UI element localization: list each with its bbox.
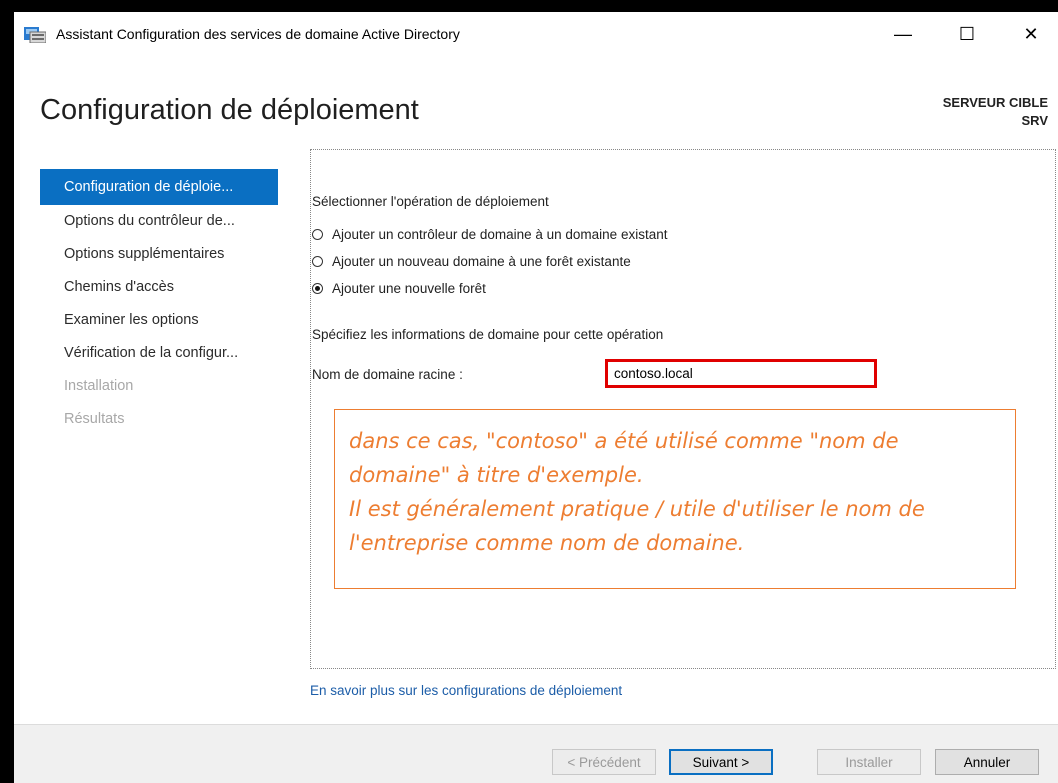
title-bar: Assistant Configuration des services de … bbox=[14, 12, 1058, 56]
nav-item-resultats: Résultats bbox=[64, 411, 125, 427]
learn-more-link[interactable]: En savoir plus sur les configurations de… bbox=[310, 683, 622, 698]
wizard-nav: Configuration de déploie... Options du c… bbox=[40, 169, 278, 436]
radio-add-domain-existing-forest[interactable]: Ajouter un nouveau domaine à une forêt e… bbox=[312, 254, 631, 269]
page-title: Configuration de déploiement bbox=[40, 94, 419, 126]
note-line: domaine" à titre d'exemple. bbox=[349, 463, 644, 487]
minimize-icon: — bbox=[894, 23, 912, 44]
target-server-label: SERVEUR CIBLE bbox=[942, 95, 1048, 110]
note-line: dans ce cas, "contoso" a été utilisé com… bbox=[349, 429, 899, 453]
window-title: Assistant Configuration des services de … bbox=[56, 26, 460, 42]
domain-info-label: Spécifiez les informations de domaine po… bbox=[312, 327, 664, 342]
root-domain-input[interactable] bbox=[605, 359, 877, 388]
nav-item-installation: Installation bbox=[64, 378, 134, 394]
root-domain-label: Nom de domaine racine : bbox=[312, 367, 463, 382]
maximize-icon: ☐ bbox=[958, 23, 976, 44]
radio-add-new-forest[interactable]: Ajouter une nouvelle forêt bbox=[312, 281, 486, 296]
cancel-button[interactable]: Annuler bbox=[935, 749, 1039, 775]
operation-label: Sélectionner l'opération de déploiement bbox=[312, 194, 549, 209]
target-server-name: SRV bbox=[1021, 113, 1049, 128]
previous-button[interactable]: < Précédent bbox=[552, 749, 656, 775]
nav-item-configuration-deploiement[interactable]: Configuration de déploie... bbox=[40, 169, 278, 205]
radio-button[interactable] bbox=[312, 229, 323, 240]
wizard-window: Assistant Configuration des services de … bbox=[14, 12, 1058, 783]
close-button[interactable]: ✕ bbox=[1008, 12, 1054, 56]
radio-add-dc-existing-domain[interactable]: Ajouter un contrôleur de domaine à un do… bbox=[312, 227, 667, 242]
note-line: l'entreprise comme nom de domaine. bbox=[349, 531, 745, 555]
nav-item-options-supplementaires[interactable]: Options supplémentaires bbox=[40, 238, 278, 271]
nav-item-chemins-acces[interactable]: Chemins d'accès bbox=[40, 271, 278, 304]
radio-label: Ajouter un contrôleur de domaine à un do… bbox=[332, 227, 668, 242]
nav-item-options-controleur[interactable]: Options du contrôleur de... bbox=[40, 205, 278, 238]
install-button[interactable]: Installer bbox=[817, 749, 921, 775]
radio-label: Ajouter un nouveau domaine à une forêt e… bbox=[332, 254, 631, 269]
close-icon: ✕ bbox=[1023, 23, 1039, 44]
minimize-button[interactable]: — bbox=[880, 12, 926, 56]
annotation-note: dans ce cas, "contoso" a été utilisé com… bbox=[334, 409, 1016, 589]
nav-item-examiner-options[interactable]: Examiner les options bbox=[40, 304, 278, 337]
server-manager-icon bbox=[24, 27, 46, 43]
radio-button-selected[interactable] bbox=[312, 283, 323, 294]
note-line: Il est généralement pratique / utile d'u… bbox=[349, 497, 925, 521]
maximize-button[interactable]: ☐ bbox=[944, 12, 990, 56]
target-server: SERVEUR CIBLE SRV bbox=[943, 94, 1048, 130]
radio-button[interactable] bbox=[312, 256, 323, 267]
nav-item-verification-configuration[interactable]: Vérification de la configur... bbox=[40, 337, 278, 370]
next-button[interactable]: Suivant > bbox=[669, 749, 773, 775]
radio-label: Ajouter une nouvelle forêt bbox=[332, 281, 486, 296]
